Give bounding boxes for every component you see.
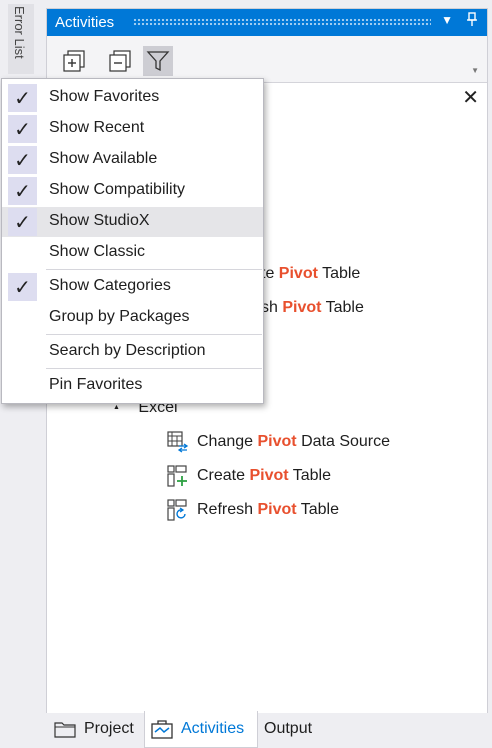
tab-project[interactable]: Project	[52, 711, 144, 747]
tab-activities[interactable]: Activities	[144, 711, 258, 748]
expand-all-button[interactable]	[59, 46, 89, 76]
check-icon: ✓	[8, 177, 37, 205]
filter-funnel-icon	[146, 51, 170, 72]
change-pivot-source-icon	[167, 431, 189, 453]
menu-item-search-by-description[interactable]: Search by Description	[2, 337, 263, 367]
tab-label: Activities	[181, 720, 245, 737]
clear-search-icon[interactable]: ✕	[462, 85, 479, 110]
tree-item-create-pivot-table[interactable]: Create Pivot Table	[167, 465, 331, 487]
check-icon: ✓	[8, 115, 37, 143]
panel-toolbar: ▼	[47, 36, 487, 82]
menu-item-pin-favorites[interactable]: Pin Favorites	[2, 371, 263, 401]
menu-item-group-by-packages[interactable]: Group by Packages	[2, 303, 263, 333]
error-list-tab-label: Error List	[12, 6, 27, 59]
menu-item-show-classic[interactable]: Show Classic	[2, 238, 263, 268]
folder-icon	[54, 722, 76, 738]
tree-item-refresh-pivot-table[interactable]: Refresh Pivot Table	[167, 499, 339, 521]
row-text-highlight: Pivot	[282, 299, 322, 316]
row-text-suffix: Table	[317, 265, 361, 282]
item-text-prefix: Change	[197, 433, 258, 450]
menu-item-label: Search by Description	[49, 342, 206, 359]
menu-item-label: Show Compatibility	[49, 181, 186, 198]
menu-item-show-favorites[interactable]: ✓ Show Favorites	[2, 83, 263, 113]
toolbox-icon	[151, 720, 173, 739]
menu-item-label: Show StudioX	[49, 212, 150, 229]
menu-separator	[46, 368, 262, 369]
menu-item-show-available[interactable]: ✓ Show Available	[2, 145, 263, 175]
collapse-all-icon	[109, 50, 131, 72]
toolbar-overflow-icon[interactable]: ▼	[471, 66, 479, 75]
item-text-highlight: Pivot	[257, 501, 297, 518]
menu-item-label: Show Recent	[49, 119, 145, 136]
create-pivot-table-icon	[167, 465, 187, 487]
menu-separator	[46, 269, 262, 270]
menu-item-label: Show Classic	[49, 243, 146, 260]
tab-output[interactable]: Output	[258, 711, 328, 747]
dropdown-arrow-icon[interactable]: ▼	[441, 13, 453, 27]
panel-title: Activities	[55, 14, 115, 31]
menu-item-label: Pin Favorites	[49, 376, 143, 393]
tree-item-change-pivot-data-source[interactable]: Change Pivot Data Source	[167, 431, 391, 453]
menu-item-label: Show Categories	[49, 277, 171, 294]
panel-title-bar[interactable]: Activities ▼	[47, 9, 487, 36]
pin-icon[interactable]	[467, 12, 477, 29]
filter-button[interactable]	[143, 46, 173, 76]
menu-item-label: Show Available	[49, 150, 158, 167]
menu-item-label: Group by Packages	[49, 308, 190, 325]
tab-label: Output	[264, 720, 313, 737]
check-icon: ✓	[8, 273, 37, 301]
collapse-toggle-icon[interactable]: ▲	[113, 404, 120, 411]
menu-item-show-recent[interactable]: ✓ Show Recent	[2, 114, 263, 144]
tree-row-partial-2[interactable]: sh Pivot Table	[261, 299, 364, 317]
menu-item-show-categories[interactable]: ✓ Show Categories	[2, 272, 263, 302]
item-text-highlight: Pivot	[257, 433, 297, 450]
check-icon: ✓	[8, 84, 37, 112]
item-text-suffix: Table	[296, 501, 339, 518]
row-text-prefix: sh	[261, 299, 283, 316]
row-text-highlight: Pivot	[278, 265, 318, 282]
item-text-prefix: Create	[197, 467, 250, 484]
collapse-all-button[interactable]	[105, 46, 135, 76]
row-text-suffix: Table	[321, 299, 364, 316]
item-text-prefix: Refresh	[197, 501, 258, 518]
expand-all-icon	[63, 50, 85, 72]
item-text-suffix: Data Source	[296, 433, 391, 450]
title-grip	[133, 18, 431, 26]
bottom-tab-bar: Project Activities Output	[46, 711, 492, 748]
menu-item-show-compatibility[interactable]: ✓ Show Compatibility	[2, 176, 263, 206]
check-icon: ✓	[8, 208, 37, 236]
item-text-highlight: Pivot	[249, 467, 289, 484]
item-text-suffix: Table	[288, 467, 331, 484]
menu-item-show-studiox[interactable]: ✓ Show StudioX	[2, 207, 263, 237]
menu-item-label: Show Favorites	[49, 88, 160, 105]
tab-label: Project	[84, 720, 134, 737]
refresh-pivot-table-icon	[167, 499, 187, 521]
menu-separator	[46, 334, 262, 335]
check-icon: ✓	[8, 146, 37, 174]
error-list-tab[interactable]: Error List	[8, 4, 34, 74]
filter-menu: ✓ Show Favorites ✓ Show Recent ✓ Show Av…	[1, 78, 264, 404]
tree-row-partial-1[interactable]: te Pivot Table	[261, 265, 360, 283]
